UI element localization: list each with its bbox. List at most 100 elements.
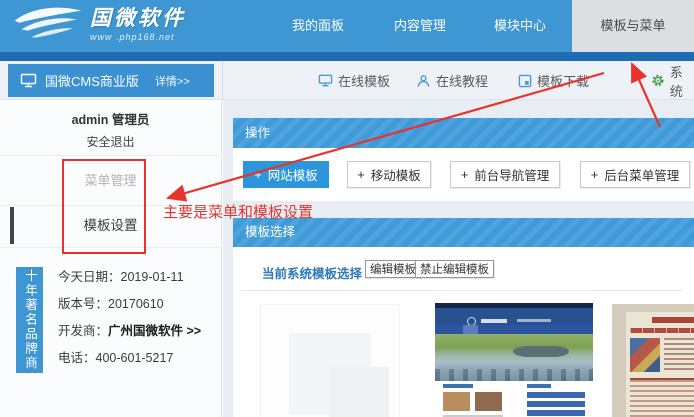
info-label: 版本号： (58, 297, 108, 311)
product-details-link[interactable]: 详情>> (155, 73, 190, 89)
plus-icon: + (357, 167, 365, 182)
toolbar-link-label: 模板下载 (537, 71, 589, 90)
toolbar-link-online-templates[interactable]: 在线模板 (318, 61, 390, 100)
toolbar-link-system[interactable]: 系统 (651, 61, 694, 100)
thumb-hero-photo (435, 334, 593, 381)
logo-text: 国微软件 www .php168.net (90, 7, 186, 42)
tutorial-icon (416, 74, 431, 88)
website-template-button[interactable]: + 网站模板 (243, 161, 329, 188)
button-label: 移动模板 (371, 165, 421, 184)
thumb-header (435, 308, 593, 325)
nav-content-management[interactable]: 内容管理 (382, 0, 458, 52)
user-line: admin 管理员 (0, 109, 221, 128)
monitor-icon (20, 73, 37, 88)
nav-templates-menus-active[interactable]: 模板与菜单 (572, 0, 694, 52)
nav-my-panel[interactable]: 我的面板 (280, 0, 356, 52)
disable-edit-template-button[interactable]: 禁止编辑模板 (415, 260, 494, 278)
button-label: 网站模板 (268, 165, 318, 184)
toolbar-link-label: 系统 (670, 62, 694, 100)
logo-swoosh-icon (12, 4, 84, 44)
monitor-icon (318, 74, 333, 87)
header-divider-strip (0, 52, 694, 61)
thumb-decor (481, 319, 507, 323)
template-select-panel-header: 模板选择 (233, 218, 694, 247)
user-name: admin (72, 113, 109, 127)
info-value: 400-601-5217 (96, 351, 174, 365)
panel-divider (241, 290, 682, 291)
main-content: 操作 + 网站模板 + 移动模板 + 前台导航管理 + 后台菜单管理 模板选择 当前系统… (223, 100, 694, 417)
operations-panel-body: + 网站模板 + 移动模板 + 前台导航管理 + 后台菜单管理 (233, 148, 694, 201)
thumb-decor (435, 369, 593, 381)
product-badge[interactable]: 国微CMS商业版 详情>> (8, 64, 214, 97)
info-label: 今天日期： (58, 270, 121, 284)
gear-icon (651, 73, 665, 88)
product-badge-label: 国微CMS商业版 (45, 71, 139, 90)
system-info-block: 今天日期：2019-01-11 版本号：20170610 开发商：广州国微软件 … (58, 269, 201, 377)
info-label: 电话： (58, 351, 96, 365)
thumb-decor (527, 401, 585, 407)
developer-link[interactable]: 广州国微软件 >> (108, 324, 201, 338)
logo-title: 国微软件 (90, 7, 186, 31)
thumb-decor (527, 410, 585, 416)
frontend-nav-management-button[interactable]: + 前台导航管理 (450, 161, 560, 188)
thumb-decor (463, 325, 478, 334)
thumb-decor (664, 338, 694, 372)
logout-link[interactable]: 安全退出 (0, 133, 221, 150)
template-thumbnail-university[interactable] (435, 303, 593, 417)
mobile-template-button[interactable]: + 移动模板 (347, 161, 431, 188)
thumb-decor (527, 384, 551, 388)
info-phone: 电话：400-601-5217 (58, 350, 201, 366)
toolbar-link-label: 在线教程 (436, 71, 488, 90)
plus-icon: + (461, 167, 469, 182)
thumb-decor (630, 378, 694, 417)
toolbar-link-online-tutorials[interactable]: 在线教程 (416, 61, 488, 100)
template-thumbnail-blank[interactable] (260, 304, 400, 417)
user-role: 管理员 (112, 113, 150, 127)
plus-icon: + (254, 167, 262, 182)
plus-icon: + (591, 167, 599, 182)
sidebar-divider (0, 247, 221, 248)
download-icon (518, 74, 532, 88)
logo-subtitle: www .php168.net (90, 32, 186, 42)
template-select-panel-body: 当前系统模板选择 编辑模板 禁止编辑模板 (233, 247, 694, 417)
user-block: admin 管理员 安全退出 (0, 109, 221, 150)
info-value: 2019-01-11 (121, 270, 184, 284)
button-label: 前台导航管理 (474, 165, 549, 184)
nav-module-center[interactable]: 模块中心 (482, 0, 558, 52)
edit-template-button[interactable]: 编辑模板 (365, 260, 421, 278)
template-thumbnail-newspaper[interactable] (612, 304, 694, 417)
thumb-navbar (435, 325, 593, 334)
thumb-page (626, 312, 694, 417)
thumb-decor (329, 367, 389, 417)
info-label: 开发商： (58, 324, 108, 338)
thumb-decor (630, 328, 694, 333)
info-developer: 开发商：广州国微软件 >> (58, 323, 201, 339)
toolbar-vertical-divider (222, 61, 223, 100)
operations-panel-header: 操作 (233, 118, 694, 148)
cms-admin-window: 国微软件 www .php168.net 我的面板 内容管理 模块中心 模板与菜… (0, 0, 694, 417)
info-version: 版本号：20170610 (58, 296, 201, 312)
brand-banner: 十年著名品牌商 (16, 267, 43, 373)
thumb-decor (513, 346, 569, 357)
thumb-decor (652, 317, 694, 323)
info-value: 20170610 (108, 297, 164, 311)
button-label: 后台菜单管理 (604, 165, 679, 184)
thumb-content (435, 381, 593, 417)
thumb-decor (475, 392, 502, 411)
logo[interactable]: 国微软件 www .php168.net (12, 4, 186, 44)
info-date: 今天日期：2019-01-11 (58, 269, 201, 285)
toolbar-link-template-download[interactable]: 模板下载 (518, 61, 589, 100)
sidebar-item-template-settings[interactable]: 模板设置 (0, 205, 221, 247)
thumb-decor (443, 384, 473, 388)
top-header: 国微软件 www .php168.net 我的面板 内容管理 模块中心 模板与菜… (0, 0, 694, 52)
sidebar-item-menu-management[interactable]: 菜单管理 (0, 156, 221, 205)
active-item-indicator (10, 207, 14, 244)
toolbar-link-label: 在线模板 (338, 71, 390, 90)
thumb-decor (443, 392, 470, 411)
thumb-decor (527, 392, 585, 398)
backend-menu-management-button[interactable]: + 后台菜单管理 (580, 161, 690, 188)
thumb-decor (630, 338, 660, 372)
sidebar: admin 管理员 安全退出 菜单管理 模板设置 十年著名品牌商 今天日期：20… (0, 100, 222, 417)
thumb-decor (517, 319, 551, 322)
current-template-label: 当前系统模板选择 (262, 263, 362, 282)
